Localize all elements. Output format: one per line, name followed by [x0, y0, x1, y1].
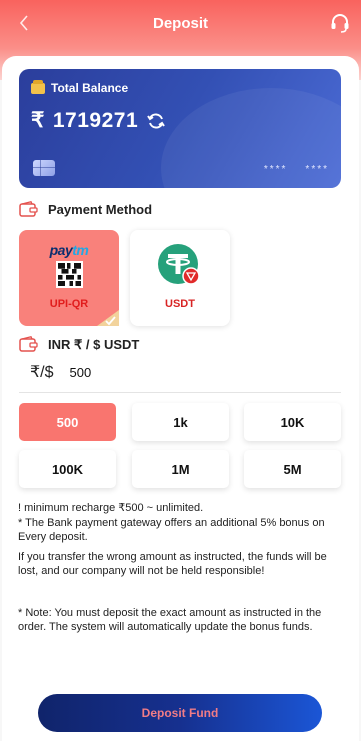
payment-method-heading: Payment Method [19, 201, 152, 218]
wallet-outline-icon [19, 336, 38, 352]
bonus-note: * The Bank payment gateway offers an add… [18, 517, 325, 543]
refresh-button[interactable] [146, 111, 166, 131]
tether-logo-icon [158, 244, 200, 285]
exact-amount-note: * Note: You must deposit the exact amoun… [18, 607, 322, 633]
preset-amount-button[interactable]: 5M [244, 450, 341, 488]
preset-amount-button[interactable]: 1k [132, 403, 229, 441]
wallet-outline-icon [19, 201, 38, 217]
payment-method-title: Payment Method [48, 202, 153, 217]
amount-heading-title: INR ₹ / $ USDT [48, 336, 140, 352]
header: Deposit [0, 0, 361, 46]
payment-option-usdt[interactable]: USDT [130, 230, 230, 326]
payment-option-label: UPI-QR [49, 298, 89, 310]
paytm-logo-tm: tm [72, 242, 89, 258]
selected-check-icon [97, 310, 119, 326]
payment-option-upi-qr[interactable]: paytm UPI-QR [19, 230, 119, 326]
qr-code-icon [56, 261, 83, 288]
support-button[interactable] [327, 10, 353, 36]
refresh-icon [147, 112, 165, 129]
warning-note: If you transfer the wrong amount as inst… [18, 551, 327, 577]
preset-amount-button[interactable]: 100K [19, 450, 116, 488]
balance-card: Total Balance ₹ 1719271 **** **** [19, 69, 341, 188]
card-number-mask: **** **** [264, 164, 329, 175]
balance-amount-row: ₹ 1719271 [31, 108, 166, 133]
amount-input-row: ₹/$ 500 [30, 362, 91, 382]
card-mask-group: **** [263, 164, 288, 175]
headset-icon [331, 14, 349, 33]
chevron-left-icon [19, 15, 28, 31]
preset-amount-button[interactable]: 10K [244, 403, 341, 441]
paytm-logo-pay: pay [49, 242, 73, 258]
wallet-icon [31, 79, 45, 94]
balance-amount: 1719271 [52, 108, 139, 132]
currency-symbol: ₹ [31, 109, 45, 132]
paytm-logo: paytm [19, 242, 119, 258]
balance-label-text: Total Balance [51, 81, 129, 95]
currency-symbol: ₹/$ [30, 364, 54, 381]
divider [19, 392, 341, 393]
balance-label: Total Balance [31, 79, 129, 95]
amount-input[interactable]: 500 [70, 365, 92, 380]
card-chip-icon [33, 160, 55, 176]
minimum-recharge-note: ! minimum recharge ₹500 ~ unlimited. [18, 502, 204, 514]
amount-heading: INR ₹ / $ USDT [19, 336, 139, 353]
card-mask-group: **** [305, 164, 329, 175]
preset-amount-button[interactable]: 1M [132, 450, 229, 488]
page-title: Deposit [152, 14, 208, 32]
payment-option-label: USDT [165, 298, 195, 310]
deposit-fund-button[interactable]: Deposit Fund [38, 694, 322, 732]
back-button[interactable] [12, 10, 36, 36]
preset-amount-button[interactable]: 500 [19, 403, 116, 441]
